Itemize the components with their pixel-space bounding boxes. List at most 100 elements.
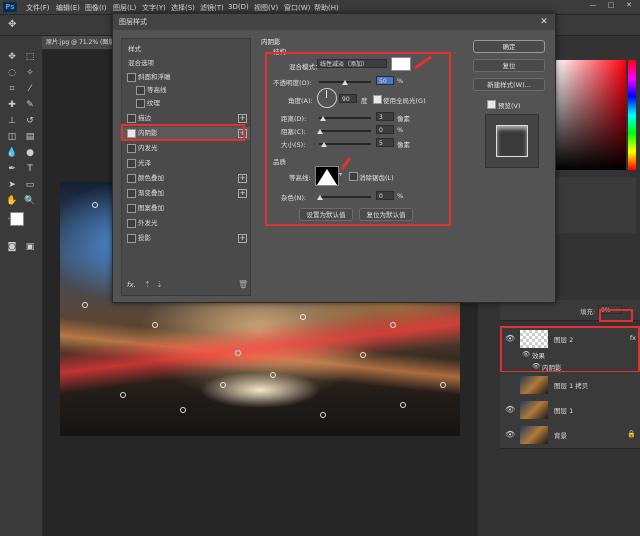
menu-window[interactable]: 窗口(W) (284, 3, 310, 13)
settings-highlight-box (265, 52, 451, 226)
zoom-tool-icon[interactable]: 🔍 (22, 194, 38, 208)
menu-help[interactable]: 帮助(H) (314, 3, 339, 13)
blur-tool-icon[interactable]: 💧 (4, 146, 20, 160)
style-checkbox[interactable] (127, 189, 136, 198)
menu-view[interactable]: 视图(V) (254, 3, 278, 13)
preview-label: 预览(V) (498, 102, 521, 110)
add-effect-icon[interactable]: + (238, 234, 247, 243)
window-controls: — □ ✕ (584, 1, 638, 9)
color-picker-field[interactable] (556, 60, 626, 170)
layer-row[interactable]: 👁 背景 🔒 (500, 422, 640, 449)
add-effect-icon[interactable]: + (238, 189, 247, 198)
hand-tool-icon[interactable]: ✋ (4, 194, 20, 208)
layer-name: 背景 (554, 432, 567, 440)
magic-wand-icon[interactable]: ✧ (22, 66, 38, 80)
style-item-satin[interactable]: 光泽 (122, 157, 250, 170)
layer-thumbnail (520, 426, 548, 444)
styles-header[interactable]: 样式 (122, 43, 256, 56)
move-tool-icon[interactable]: ✥ (4, 50, 20, 64)
fx-menu-icon[interactable]: fx. (127, 281, 136, 289)
menu-type[interactable]: 文字(Y) (142, 3, 166, 13)
style-item-drop-shadow[interactable]: 投影 + (122, 232, 250, 245)
add-effect-icon[interactable]: + (238, 114, 247, 123)
style-list: 样式 混合选项 斜面和浮雕 等高线 纹理 描边 + 内阴影 + 内发光 光泽 颜… (121, 38, 251, 296)
reset-button[interactable]: 复位 (473, 59, 545, 72)
stamp-tool-icon[interactable]: ⊥ (4, 114, 20, 128)
ok-button[interactable]: 确定 (473, 40, 545, 53)
style-checkbox[interactable] (127, 114, 136, 123)
eraser-tool-icon[interactable]: ◫ (4, 130, 20, 144)
dialog-title: 图层样式 (113, 14, 555, 30)
section-title: 内阴影 (261, 38, 281, 46)
style-item-outer-glow[interactable]: 外发光 (122, 217, 250, 230)
brush-tool-icon[interactable]: ✎ (22, 98, 38, 112)
fill-highlight-box (599, 309, 633, 322)
eye-icon[interactable]: 👁 (505, 430, 515, 439)
style-item-contour[interactable]: 等高线 (122, 84, 250, 97)
layer-highlight-box (500, 326, 640, 373)
style-checkbox[interactable] (127, 159, 136, 168)
style-item-inner-glow[interactable]: 内发光 (122, 142, 250, 155)
quick-mask-icon[interactable]: ◙ (4, 240, 20, 254)
preview-thumbnail (485, 114, 539, 168)
style-checkbox[interactable] (136, 86, 145, 95)
maximize-button[interactable]: □ (602, 1, 620, 9)
type-tool-icon[interactable]: T (22, 162, 38, 176)
layer-row[interactable]: 图层 1 拷贝 (500, 372, 640, 399)
menu-filter[interactable]: 滤镜(T) (200, 3, 224, 13)
preview-checkbox[interactable] (487, 100, 496, 109)
dialog-close-button[interactable]: ✕ (537, 15, 551, 29)
pen-tool-icon[interactable]: ✒ (4, 162, 20, 176)
style-item-pattern-overlay[interactable]: 图案叠加 (122, 202, 250, 215)
lock-icon: 🔒 (627, 430, 636, 438)
new-style-button[interactable]: 新建样式(W)... (473, 78, 545, 91)
path-select-icon[interactable]: ➤ (4, 178, 20, 192)
foreground-color-swatch[interactable] (10, 212, 24, 226)
style-checkbox[interactable] (127, 174, 136, 183)
menu-edit[interactable]: 编辑(E) (56, 3, 80, 13)
delete-effect-icon[interactable]: 🗑 (238, 280, 248, 289)
healing-brush-icon[interactable]: ✚ (4, 98, 20, 112)
menu-file[interactable]: 文件(F) (26, 3, 50, 13)
screen-mode-icon[interactable]: ▣ (22, 240, 38, 254)
blend-options-item[interactable]: 混合选项 (122, 57, 256, 70)
lasso-tool-icon[interactable]: ◌ (4, 66, 20, 80)
layer-name: 图层 1 (554, 407, 574, 415)
move-tool-icon[interactable]: ✥ (8, 19, 16, 30)
layer-thumbnail (520, 376, 548, 394)
style-checkbox[interactable] (127, 234, 136, 243)
history-brush-icon[interactable]: ↺ (22, 114, 38, 128)
shape-tool-icon[interactable]: ▭ (22, 178, 38, 192)
style-checkbox[interactable] (127, 73, 136, 82)
style-item-color-overlay[interactable]: 颜色叠加 + (122, 172, 250, 185)
style-item-gradient-overlay[interactable]: 渐变叠加 + (122, 187, 250, 200)
minimize-button[interactable]: — (584, 1, 602, 9)
style-checkbox[interactable] (136, 99, 145, 108)
style-checkbox[interactable] (127, 144, 136, 153)
close-window-button[interactable]: ✕ (620, 1, 638, 9)
move-down-icon[interactable]: ⇣ (156, 280, 163, 289)
menu-layer[interactable]: 图层(L) (113, 3, 136, 13)
style-checkbox[interactable] (127, 219, 136, 228)
add-effect-icon[interactable]: + (238, 174, 247, 183)
marquee-tool-icon[interactable]: ⬚ (22, 50, 38, 64)
eyedropper-icon[interactable]: ⁄ (22, 82, 38, 96)
move-up-icon[interactable]: ⇡ (144, 280, 151, 289)
dodge-tool-icon[interactable]: ● (22, 146, 38, 160)
eye-icon[interactable]: 👁 (505, 405, 515, 414)
crop-tool-icon[interactable]: ⌗ (4, 82, 20, 96)
layer-row[interactable]: 👁 图层 1 (500, 397, 640, 424)
style-item-bevel[interactable]: 斜面和浮雕 (122, 71, 250, 84)
layer-name: 图层 1 拷贝 (554, 382, 589, 390)
layer-style-dialog: 图层样式 ✕ 样式 混合选项 斜面和浮雕 等高线 纹理 描边 + 内阴影 + 内 (112, 13, 556, 303)
style-checkbox[interactable] (127, 204, 136, 213)
gradient-tool-icon[interactable]: ▤ (22, 130, 38, 144)
menu-image[interactable]: 图像(I) (85, 3, 107, 13)
menu-3d[interactable]: 3D(D) (228, 3, 249, 11)
fill-label: 填充: (580, 308, 596, 316)
style-item-texture[interactable]: 纹理 (122, 97, 250, 110)
photoshop-logo-icon: Ps (3, 2, 17, 12)
hue-slider[interactable] (628, 60, 636, 170)
layer-thumbnail (520, 401, 548, 419)
menu-select[interactable]: 选择(S) (171, 3, 195, 13)
